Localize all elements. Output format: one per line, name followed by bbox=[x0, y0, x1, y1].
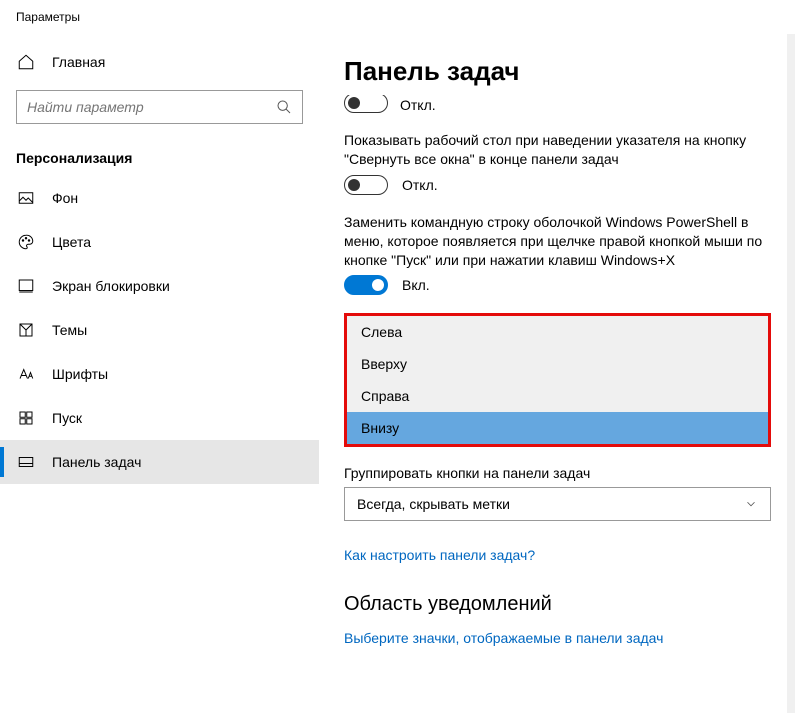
dropdown-option[interactable]: Вверху bbox=[347, 348, 768, 380]
sidebar-item-label: Темы bbox=[52, 322, 87, 338]
sidebar-item-label: Фон bbox=[52, 190, 78, 206]
sidebar-home-label: Главная bbox=[52, 54, 105, 70]
link-select-icons[interactable]: Выберите значки, отображаемые в панели з… bbox=[344, 630, 663, 646]
clipped-toggle-row: Откл. bbox=[344, 95, 771, 113]
sidebar: Главная Персонализация Фон bbox=[0, 34, 320, 713]
page-title: Панель задач bbox=[344, 56, 771, 87]
setting-powershell-description: Заменить командную строку оболочкой Wind… bbox=[344, 213, 771, 270]
window-title: Параметры bbox=[16, 10, 80, 24]
dropdown-option[interactable]: Слева bbox=[347, 316, 768, 348]
main-content: Панель задач Откл. Показывать рабочий ст… bbox=[320, 34, 795, 713]
toggle-state-label: Вкл. bbox=[402, 277, 430, 293]
search-input[interactable] bbox=[27, 99, 266, 115]
toggle-powershell[interactable] bbox=[344, 275, 388, 295]
select-value: Всегда, скрывать метки bbox=[357, 496, 510, 512]
group-buttons-select[interactable]: Всегда, скрывать метки bbox=[344, 487, 771, 521]
themes-icon bbox=[16, 320, 36, 340]
sidebar-item-label: Шрифты bbox=[52, 366, 108, 382]
sidebar-item-background[interactable]: Фон bbox=[0, 176, 319, 220]
start-icon bbox=[16, 408, 36, 428]
chevron-down-icon bbox=[744, 497, 758, 511]
setting-peek-description: Показывать рабочий стол при наведении ук… bbox=[344, 131, 771, 169]
sidebar-section-title: Персонализация bbox=[0, 136, 319, 176]
sidebar-item-taskbar[interactable]: Панель задач bbox=[0, 440, 319, 484]
sidebar-item-label: Экран блокировки bbox=[52, 278, 170, 294]
taskbar-position-dropdown[interactable]: Слева Вверху Справа Внизу bbox=[344, 313, 771, 447]
toggle-peek[interactable] bbox=[344, 175, 388, 195]
toggle-state-label: Откл. bbox=[400, 97, 436, 113]
group-buttons-label: Группировать кнопки на панели задач bbox=[344, 465, 771, 481]
sidebar-item-fonts[interactable]: Шрифты bbox=[0, 352, 319, 396]
dropdown-option-selected[interactable]: Внизу bbox=[347, 412, 768, 444]
picture-icon bbox=[16, 188, 36, 208]
toggle-clipped[interactable] bbox=[344, 95, 388, 113]
sidebar-item-colors[interactable]: Цвета bbox=[0, 220, 319, 264]
fonts-icon bbox=[16, 364, 36, 384]
sidebar-item-label: Цвета bbox=[52, 234, 91, 250]
notification-area-heading: Область уведомлений bbox=[344, 593, 771, 616]
home-icon bbox=[16, 52, 36, 72]
sidebar-item-lockscreen[interactable]: Экран блокировки bbox=[0, 264, 319, 308]
search-input-wrapper[interactable] bbox=[16, 90, 303, 124]
search-icon bbox=[276, 99, 292, 115]
taskbar-icon bbox=[16, 452, 36, 472]
palette-icon bbox=[16, 232, 36, 252]
sidebar-item-label: Пуск bbox=[52, 410, 82, 426]
dropdown-option[interactable]: Справа bbox=[347, 380, 768, 412]
sidebar-home[interactable]: Главная bbox=[0, 40, 319, 84]
sidebar-item-themes[interactable]: Темы bbox=[0, 308, 319, 352]
link-configure-taskbars[interactable]: Как настроить панели задач? bbox=[344, 547, 535, 563]
toggle-state-label: Откл. bbox=[402, 177, 438, 193]
window-titlebar: Параметры bbox=[0, 0, 795, 34]
scrollbar[interactable] bbox=[787, 34, 795, 713]
sidebar-item-label: Панель задач bbox=[52, 454, 141, 470]
lockscreen-icon bbox=[16, 276, 36, 296]
sidebar-item-start[interactable]: Пуск bbox=[0, 396, 319, 440]
